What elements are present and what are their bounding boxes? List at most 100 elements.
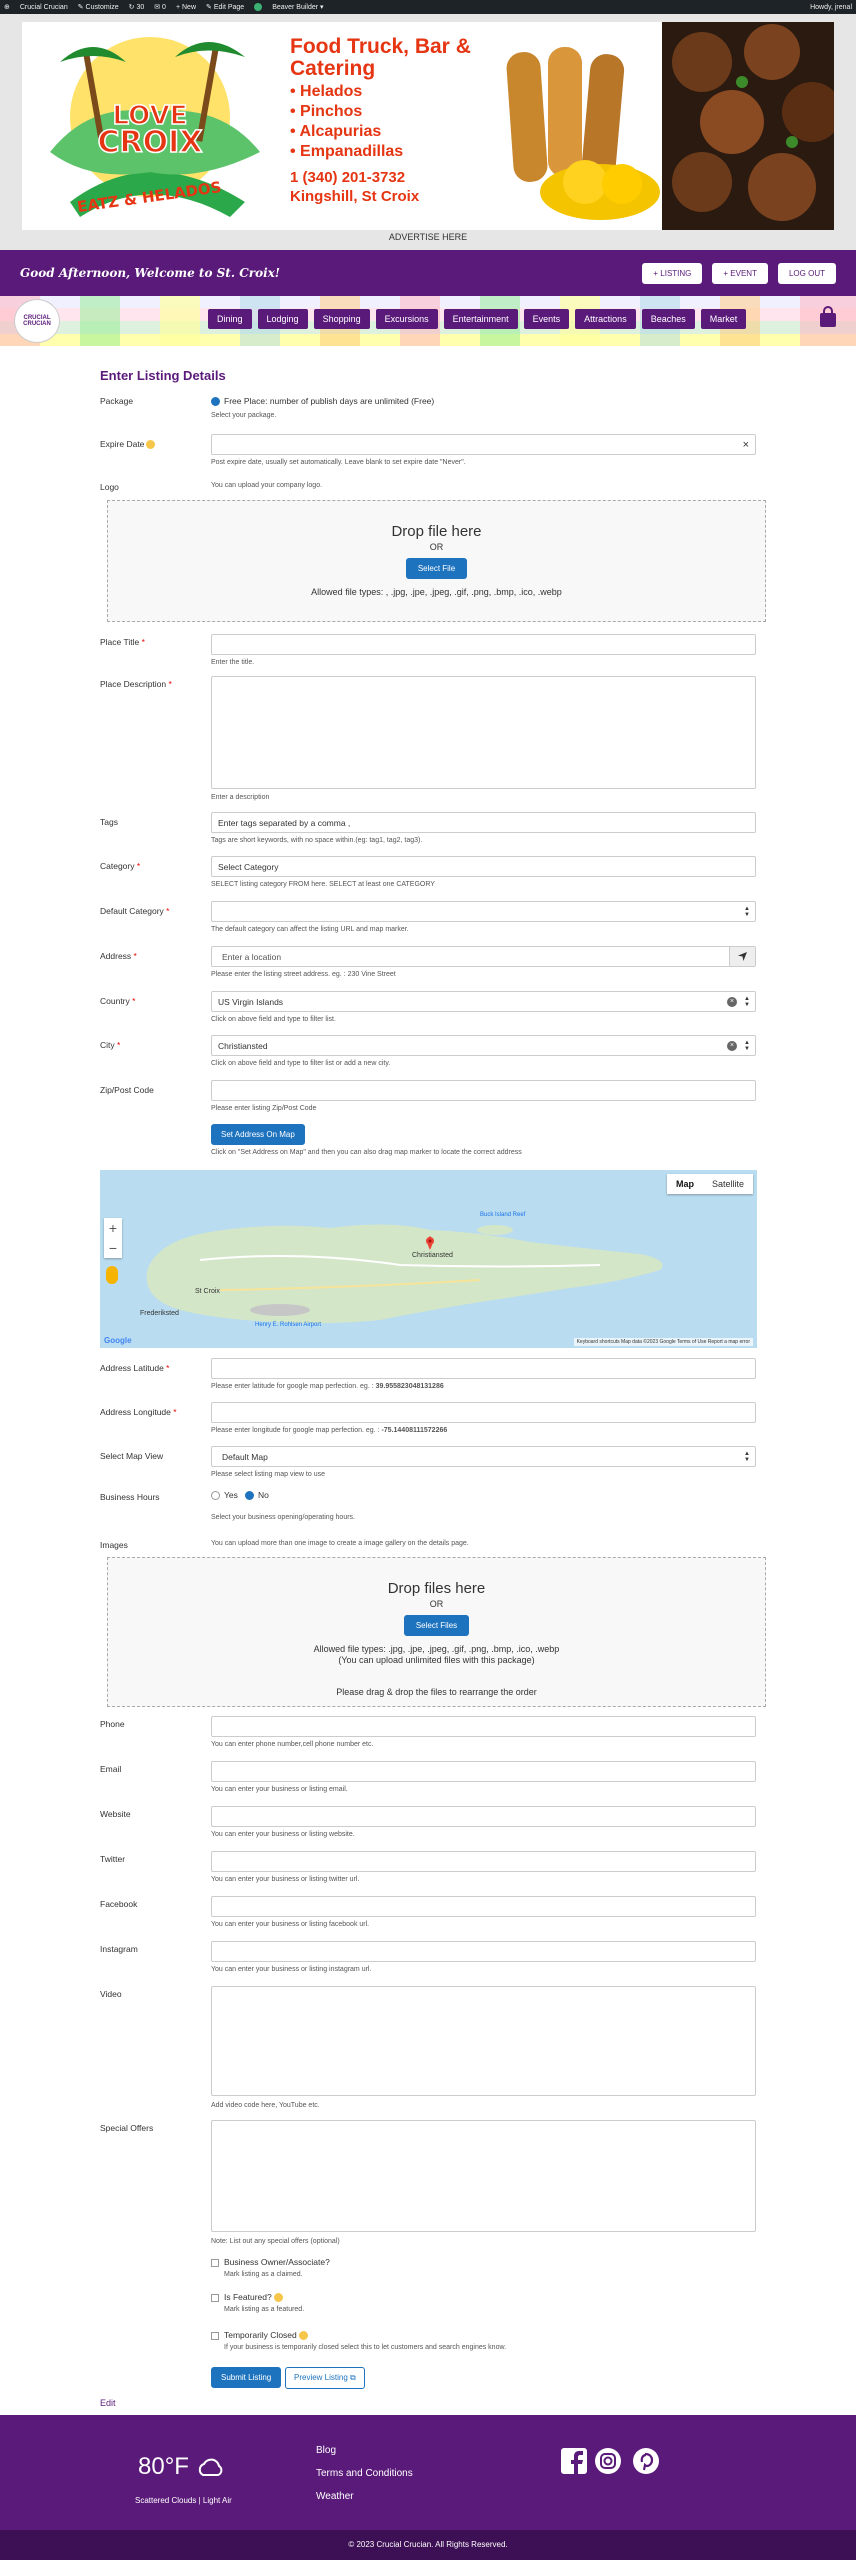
add-event-button[interactable]: + EVENT [712,262,768,284]
footer-link-weather[interactable]: Weather [316,2491,354,2502]
ad-banner[interactable]: LOVE CROIX EATZ & HELADOS Food Truck, Ba… [22,22,834,230]
add-listing-button[interactable]: + LISTING [642,262,703,284]
admin-status-dot[interactable] [254,3,263,11]
zoom-in-button[interactable]: + [104,1218,122,1238]
locate-button[interactable] [729,947,755,966]
map-type-map[interactable]: Map [667,1174,703,1194]
clear-date-icon[interactable]: × [743,439,749,451]
country-label: Country * [100,996,210,1006]
latitude-input[interactable] [211,1358,756,1379]
instagram-input[interactable] [211,1941,756,1962]
advertise-link[interactable]: ADVERTISE HERE [0,232,856,242]
video-textarea[interactable] [211,1986,756,2096]
footer-link-blog[interactable]: Blog [316,2445,336,2456]
nav-beaches[interactable]: Beaches [641,309,695,329]
wordpress-icon[interactable]: ⊕ [4,3,10,11]
shopping-bag-icon[interactable] [818,306,838,328]
category-select[interactable]: Select Category [211,856,756,877]
images-label: Images [100,1540,128,1550]
street-view-icon[interactable] [106,1266,118,1284]
admin-howdy[interactable]: Howdy, jrenal [810,4,852,11]
submit-listing-button[interactable]: Submit Listing [211,2367,282,2388]
hours-no-option[interactable]: No [245,1490,269,1501]
preview-listing-button[interactable]: Preview Listing ⧉ [285,2367,365,2389]
website-hint: You can enter your business or listing w… [211,1831,355,1838]
clear-city-icon[interactable]: × [727,1041,737,1051]
featured-checkbox[interactable] [211,2293,219,2302]
address-hint: Please enter the listing street address.… [211,971,396,978]
instagram-icon[interactable] [594,2447,622,2475]
help-icon[interactable] [298,2331,308,2341]
title-label-text: Place Title [100,637,140,647]
hours-no-radio[interactable] [245,1491,254,1501]
admin-site-link[interactable]: Crucial Crucian [20,4,68,11]
clear-country-icon[interactable]: × [727,997,737,1007]
offers-textarea[interactable] [211,2120,756,2232]
email-input[interactable] [211,1761,756,1782]
logout-button[interactable]: LOG OUT [777,262,836,284]
footer-link-terms[interactable]: Terms and Conditions [316,2468,413,2479]
nav-shopping[interactable]: Shopping [313,309,370,329]
zip-input[interactable] [211,1080,756,1101]
hours-yes-label: Yes [224,1490,238,1500]
hours-yes-option[interactable]: Yes [211,1490,238,1501]
address-placeholder: Enter a location [222,951,282,962]
admin-new-link[interactable]: + New [176,4,196,11]
address-input[interactable]: Enter a location [211,946,756,967]
twitter-input[interactable] [211,1851,756,1872]
site-logo[interactable]: CRUCIAL CRUCIAN [14,299,60,343]
hours-hint: Select your business opening/operating h… [211,1514,355,1521]
admin-builder-link[interactable]: Beaver Builder ▾ [272,3,323,11]
admin-edit-page-link[interactable]: ✎ Edit Page [206,3,244,11]
pinterest-icon[interactable] [632,2447,660,2475]
map-view-select[interactable]: Default Map ▲ ▼ [211,1446,756,1467]
nav-dining[interactable]: Dining [208,309,252,329]
closed-checkbox-option[interactable]: Temporarily Closed [211,2330,308,2341]
nav-events[interactable]: Events [523,309,570,329]
help-icon[interactable] [146,440,156,450]
featured-checkbox-option[interactable]: Is Featured? [211,2292,283,2303]
country-select[interactable]: US Virgin Islands × ▲ ▼ [211,991,756,1012]
set-address-button[interactable]: Set Address On Map [211,1124,305,1145]
map-label-st-croix: St Croix [195,1288,220,1295]
closed-checkbox[interactable] [211,2331,219,2340]
tags-input[interactable]: Enter tags separated by a comma , [211,812,756,833]
nav-entertainment[interactable]: Entertainment [443,309,518,329]
logo-dropzone[interactable]: Drop file here OR Select File Allowed fi… [107,500,766,622]
phone-input[interactable] [211,1716,756,1737]
package-radio[interactable] [211,397,220,407]
main-nav: CRUCIAL CRUCIAN Dining Lodging Shopping … [0,296,856,346]
zoom-out-button[interactable]: − [104,1238,122,1258]
nav-excursions[interactable]: Excursions [375,309,438,329]
facebook-input[interactable] [211,1896,756,1917]
default-category-select[interactable]: ▲ ▼ [211,901,756,922]
images-dropzone[interactable]: Drop files here OR Select Files Allowed … [107,1557,766,1707]
food-photo-fritters [490,32,660,222]
required-marker: * [134,861,141,871]
owner-checkbox-option[interactable]: Business Owner/Associate? [211,2257,330,2267]
place-description-textarea[interactable] [211,676,756,789]
place-title-input[interactable] [211,634,756,655]
edit-link[interactable]: Edit [100,2398,116,2408]
admin-comments-link[interactable]: ✉ 0 [154,3,166,11]
help-icon[interactable] [273,2293,283,2303]
map-type-satellite[interactable]: Satellite [703,1174,753,1194]
longitude-input[interactable] [211,1402,756,1423]
updates-count: 30 [136,4,145,11]
admin-customize-link[interactable]: ✎ Customize [78,3,119,11]
nav-attractions[interactable]: Attractions [575,309,636,329]
nav-market[interactable]: Market [700,309,747,329]
map-footer-links[interactable]: Keyboard shortcuts Map data ©2023 Google… [573,1338,753,1346]
location-map[interactable]: + − Map Satellite Christiansted St Croix… [100,1170,757,1348]
select-file-button[interactable]: Select File [405,558,468,579]
package-option[interactable]: Free Place: number of publish days are u… [211,396,434,407]
hours-yes-radio[interactable] [211,1491,220,1501]
select-files-button[interactable]: Select Files [403,1615,470,1636]
facebook-icon[interactable] [560,2447,588,2475]
admin-updates-link[interactable]: ↻ 30 [129,3,145,11]
owner-checkbox[interactable] [211,2258,219,2267]
website-input[interactable] [211,1806,756,1827]
city-select[interactable]: Christiansted × ▲ ▼ [211,1035,756,1056]
expire-date-input[interactable]: × [211,434,756,455]
nav-lodging[interactable]: Lodging [257,309,308,329]
